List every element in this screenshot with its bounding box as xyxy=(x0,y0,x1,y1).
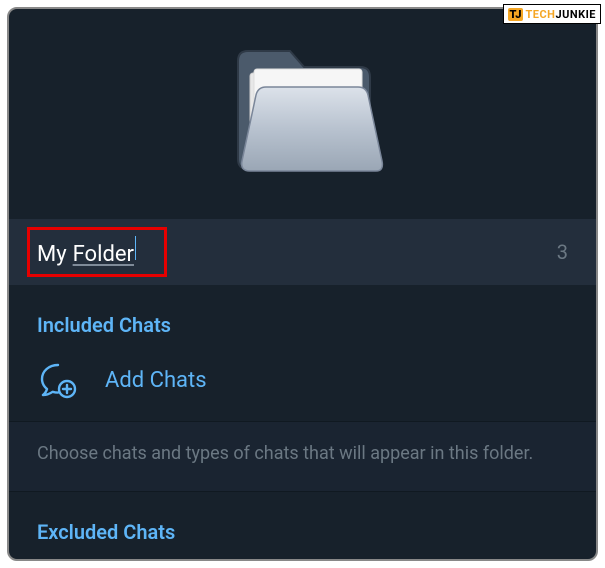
watermark-logo: TJ xyxy=(508,8,524,21)
folder-name-input[interactable]: My Folder xyxy=(37,237,136,267)
included-chats-header: Included Chats xyxy=(37,285,568,351)
watermark-text-2: JUNKIE xyxy=(555,8,596,21)
included-chats-hint: Choose chats and types of chats that wil… xyxy=(9,421,596,492)
text-cursor xyxy=(135,236,137,260)
chat-count: 3 xyxy=(557,240,568,264)
app-screen: My Folder 3 Included Chats Add Chats Cho… xyxy=(7,7,598,561)
folder-name-text-underlined: Folder xyxy=(73,242,134,267)
excluded-chats-section: Excluded Chats xyxy=(9,492,596,558)
folder-illustration xyxy=(9,9,596,219)
add-chat-icon xyxy=(39,361,77,399)
add-chats-label: Add Chats xyxy=(105,368,207,393)
folder-icon xyxy=(220,39,385,189)
folder-name-text: My xyxy=(37,242,67,267)
included-chats-section: Included Chats Add Chats xyxy=(9,285,596,421)
watermark-badge: TJ TECHJUNKIE xyxy=(503,4,602,24)
watermark-text-1: TECH xyxy=(525,8,555,21)
excluded-chats-header: Excluded Chats xyxy=(37,492,568,558)
add-chats-button[interactable]: Add Chats xyxy=(37,351,568,421)
folder-name-row[interactable]: My Folder 3 xyxy=(9,219,596,285)
